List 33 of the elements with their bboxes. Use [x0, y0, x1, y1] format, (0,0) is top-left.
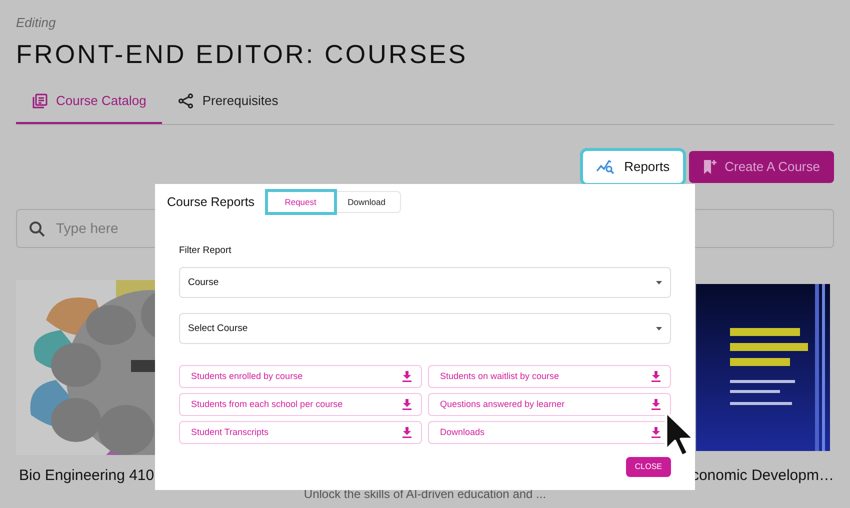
download-icon	[651, 371, 661, 382]
create-course-button[interactable]: Create A Course	[688, 150, 834, 182]
catalog-icon	[32, 92, 48, 109]
page-title: FRONT-END EDITOR: COURSES	[16, 38, 469, 70]
filter-label: Filter Report	[179, 244, 232, 258]
share-icon	[178, 92, 194, 109]
caret-icon	[656, 280, 662, 285]
download-icon	[402, 427, 412, 438]
report-button[interactable]: Questions answered by learner	[428, 393, 671, 416]
download-icon	[402, 399, 412, 410]
course-description: Unlock the skills of AI-driven education and ...	[304, 486, 546, 502]
tab[interactable]: Prerequisites	[162, 89, 294, 124]
dialog-title: Course Reports	[167, 194, 255, 211]
report-button[interactable]: Students from each school per course	[179, 393, 422, 416]
report-button[interactable]: Students on waitlist by course	[428, 365, 671, 388]
course-title: Bio Engineering 410	[19, 466, 154, 486]
bookmark-plus-icon	[702, 158, 717, 174]
caret-icon	[656, 326, 662, 331]
download-icon	[651, 427, 661, 438]
select-field[interactable]: Select Course	[179, 313, 671, 344]
download-icon	[402, 371, 412, 382]
dialog-tab[interactable]: Request	[268, 192, 334, 212]
chart-search-icon	[596, 158, 616, 174]
page-eyebrow: Editing	[16, 14, 57, 32]
report-button[interactable]: Student Transcripts	[179, 421, 422, 444]
search-icon	[29, 220, 45, 236]
tab[interactable]: Course Catalog	[16, 89, 162, 124]
reports-button[interactable]: Reports	[583, 150, 683, 182]
download-icon	[651, 399, 661, 410]
close-button[interactable]: CLOSE	[626, 457, 671, 477]
dialog-tab[interactable]: Download	[334, 192, 400, 212]
select-field[interactable]: Course	[179, 267, 671, 298]
report-button[interactable]: Students enrolled by course	[179, 365, 422, 388]
